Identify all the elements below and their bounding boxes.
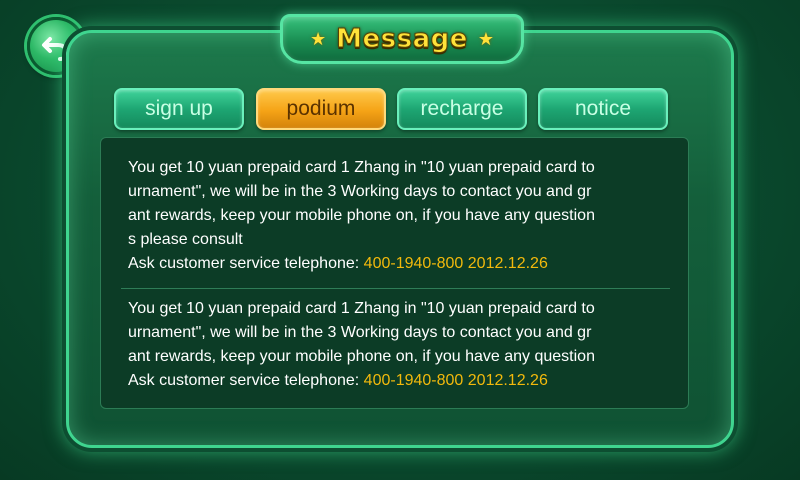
tab-sign-up[interactable]: sign up (114, 88, 244, 130)
message-item: You get 10 yuan prepaid card 1 Zhang in … (128, 297, 668, 393)
message-line: You get 10 yuan prepaid card 1 Zhang in … (128, 159, 595, 176)
star-icon: ★ (309, 28, 327, 49)
tab-podium[interactable]: podium (256, 88, 386, 130)
message-item: You get 10 yuan prepaid card 1 Zhang in … (128, 156, 668, 276)
tab-label: sign up (145, 97, 213, 120)
tab-label: notice (574, 97, 632, 120)
divider (121, 288, 670, 289)
tab-label: podium (286, 97, 356, 120)
phone-number: 400-1940-800 (363, 372, 464, 389)
tab-label: recharge (420, 97, 504, 120)
message-line: You get 10 yuan prepaid card 1 Zhang in … (128, 300, 595, 317)
contact-line: Ask customer service telephone: 400-1940… (128, 252, 668, 276)
contact-label: Ask customer service telephone: (128, 372, 364, 389)
phone-number: 400-1940-800 (363, 255, 464, 272)
tab-notice[interactable]: notice (538, 88, 668, 130)
tab-recharge[interactable]: recharge (397, 88, 527, 130)
message-line: ant rewards, keep your mobile phone on, … (128, 207, 595, 224)
contact-line: Ask customer service telephone: 400-1940… (128, 369, 668, 393)
message-date: 2012.12.26 (467, 255, 548, 272)
message-line: ant rewards, keep your mobile phone on, … (128, 348, 595, 365)
message-line: urnament", we will be in the 3 Working d… (128, 324, 592, 341)
message-line: s please consult (128, 231, 243, 248)
title-plate: ★ Message ★ (280, 14, 524, 64)
contact-label: Ask customer service telephone: (128, 255, 364, 272)
message-line: urnament", we will be in the 3 Working d… (128, 183, 592, 200)
page-title: Message (336, 24, 468, 55)
message-list[interactable]: You get 10 yuan prepaid card 1 Zhang in … (100, 137, 689, 409)
message-date: 2012.12.26 (467, 372, 548, 389)
star-icon: ★ (477, 28, 495, 49)
